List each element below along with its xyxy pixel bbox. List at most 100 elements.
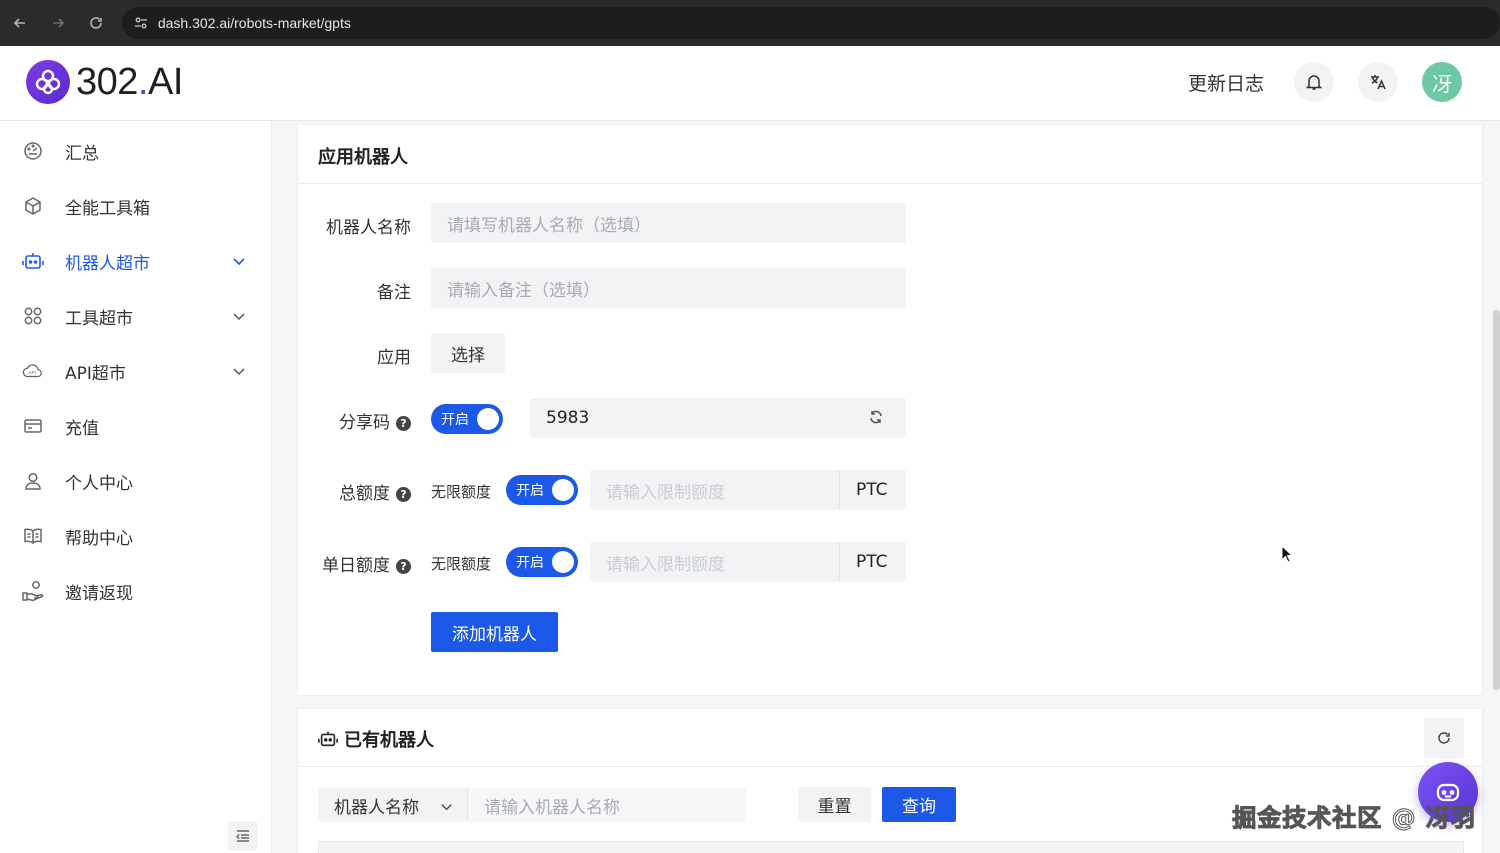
app-robot-card: 应用机器人 机器人名称 请填写机器人名称（选填） 备注 请输入备注（选填） 应用… xyxy=(297,124,1483,696)
hand-coin-icon xyxy=(22,580,44,602)
daily-quota-label-text: 单日额度 xyxy=(322,556,390,576)
total-quota-label-text: 总额度 xyxy=(339,484,390,504)
sidebar-item-label: 邀请返现 xyxy=(65,583,133,604)
site-settings-icon[interactable] xyxy=(130,12,152,34)
card-icon xyxy=(22,415,44,437)
daily-unit-suffix: PTC xyxy=(839,542,906,582)
sidebar-item-label: 汇总 xyxy=(65,143,99,164)
total-quota-label: 总额度? xyxy=(298,479,411,504)
toggle-knob xyxy=(477,408,499,430)
mouse-cursor-icon xyxy=(1281,544,1294,567)
share-code-toggle[interactable]: 开启 xyxy=(431,404,503,434)
collapse-sidebar-icon[interactable] xyxy=(228,821,258,851)
svg-text:API: API xyxy=(28,370,35,375)
card-divider xyxy=(298,183,1482,184)
note-label: 备注 xyxy=(377,283,411,303)
toggle-knob xyxy=(552,551,574,573)
chevron-down-icon xyxy=(440,798,453,818)
app-label: 应用 xyxy=(377,348,411,368)
logo-dot: . xyxy=(137,60,149,103)
bell-icon[interactable] xyxy=(1294,62,1334,102)
sidebar-item-label: 机器人超市 xyxy=(65,253,150,274)
logo-text-suffix: AI xyxy=(147,60,183,103)
cloud-api-icon: API xyxy=(22,360,44,382)
robot-icon xyxy=(318,729,338,749)
card-divider xyxy=(298,766,1482,767)
toggle-knob xyxy=(552,479,574,501)
daily-limit-input[interactable]: 请输入限制额度 xyxy=(590,542,840,582)
robot-icon xyxy=(22,250,44,272)
back-icon[interactable] xyxy=(2,5,38,41)
chevron-down-icon[interactable] xyxy=(232,363,246,383)
sidebar-item-help[interactable]: 帮助中心 xyxy=(0,514,272,558)
daily-unlimited-label: 无限额度 xyxy=(431,555,492,573)
forward-icon[interactable] xyxy=(40,5,76,41)
note-input[interactable]: 请输入备注（选填） xyxy=(431,268,906,308)
sidebar-item-tool-market[interactable]: 工具超市 xyxy=(0,294,272,338)
total-unit-suffix: PTC xyxy=(839,470,906,510)
sidebar-item-profile[interactable]: 个人中心 xyxy=(0,459,272,503)
sidebar-item-invite[interactable]: 邀请返现 xyxy=(0,569,272,613)
robot-name-label: 机器人名称 xyxy=(326,218,411,238)
filter-field-value: 机器人名称 xyxy=(334,797,419,818)
sidebar-item-api-market[interactable]: API API超市 xyxy=(0,349,272,393)
share-code-value: 5983 xyxy=(546,408,590,428)
help-icon[interactable]: ? xyxy=(396,486,411,502)
sidebar: 汇总 全能工具箱 机器人超市 工具超市 API API超市 充值 个人中心 帮助… xyxy=(0,121,272,853)
filter-search-input[interactable]: 请输入机器人名称 xyxy=(467,788,746,822)
total-unlimited-toggle[interactable]: 开启 xyxy=(506,475,578,505)
logo-text: 302.AI xyxy=(76,61,183,104)
help-icon[interactable]: ? xyxy=(396,415,411,431)
sidebar-item-label: 帮助中心 xyxy=(65,528,133,549)
logo-icon xyxy=(26,60,70,104)
reset-button[interactable]: 重置 xyxy=(798,787,871,822)
toggle-label: 开启 xyxy=(441,412,469,428)
add-robot-button[interactable]: 添加机器人 xyxy=(431,612,558,652)
changelog-link[interactable]: 更新日志 xyxy=(1188,69,1264,96)
app-header: 302.AI 更新日志 冴 xyxy=(0,46,1500,121)
daily-unlimited-toggle[interactable]: 开启 xyxy=(506,547,578,577)
daily-quota-label: 单日额度? xyxy=(298,551,411,576)
avatar[interactable]: 冴 xyxy=(1422,62,1462,102)
url-text[interactable]: dash.302.ai/robots-market/gpts xyxy=(158,15,351,31)
sidebar-item-label: 工具超市 xyxy=(65,308,133,329)
translate-icon[interactable] xyxy=(1358,62,1398,102)
logo[interactable]: 302.AI xyxy=(26,60,183,104)
share-code-label-text: 分享码 xyxy=(339,413,390,433)
refresh-icon[interactable] xyxy=(1424,718,1464,758)
sidebar-item-summary[interactable]: 汇总 xyxy=(0,129,272,173)
total-unlimited-label: 无限额度 xyxy=(431,483,492,501)
existing-robots-title: 已有机器人 xyxy=(344,730,434,751)
query-button[interactable]: 查询 xyxy=(882,787,956,822)
address-bar[interactable]: dash.302.ai/robots-market/gpts xyxy=(121,7,1500,39)
select-app-button[interactable]: 选择 xyxy=(431,333,505,373)
logo-text-main: 302 xyxy=(76,60,138,103)
dashboard-icon xyxy=(22,140,44,162)
sidebar-item-label: API超市 xyxy=(65,363,126,384)
watermark: 掘金技术社区 @ 冴羽 xyxy=(1232,804,1476,833)
help-icon[interactable]: ? xyxy=(396,558,411,574)
sidebar-item-label: 充值 xyxy=(65,418,99,439)
sidebar-item-robot-market[interactable]: 机器人超市 xyxy=(0,239,272,283)
toggle-label: 开启 xyxy=(516,555,544,571)
user-icon xyxy=(22,470,44,492)
existing-robots-title-row: 已有机器人 xyxy=(318,726,434,752)
sidebar-item-recharge[interactable]: 充值 xyxy=(0,404,272,448)
grid-icon xyxy=(22,305,44,327)
sidebar-item-toolbox[interactable]: 全能工具箱 xyxy=(0,184,272,228)
toggle-label: 开启 xyxy=(516,483,544,499)
book-icon xyxy=(22,525,44,547)
sidebar-item-label: 个人中心 xyxy=(65,473,133,494)
chevron-down-icon[interactable] xyxy=(232,253,246,273)
filter-field-select[interactable]: 机器人名称 xyxy=(318,788,467,822)
table-header xyxy=(318,841,1464,853)
total-limit-input[interactable]: 请输入限制额度 xyxy=(590,470,840,510)
share-code-input[interactable]: 5983 xyxy=(530,398,906,438)
robot-name-input[interactable]: 请填写机器人名称（选填） xyxy=(431,203,906,243)
scrollbar[interactable] xyxy=(1493,310,1500,690)
chevron-down-icon[interactable] xyxy=(232,308,246,328)
app-robot-title: 应用机器人 xyxy=(318,147,408,168)
cube-icon xyxy=(22,195,44,217)
refresh-code-icon[interactable] xyxy=(868,409,884,429)
reload-icon[interactable] xyxy=(78,5,114,41)
